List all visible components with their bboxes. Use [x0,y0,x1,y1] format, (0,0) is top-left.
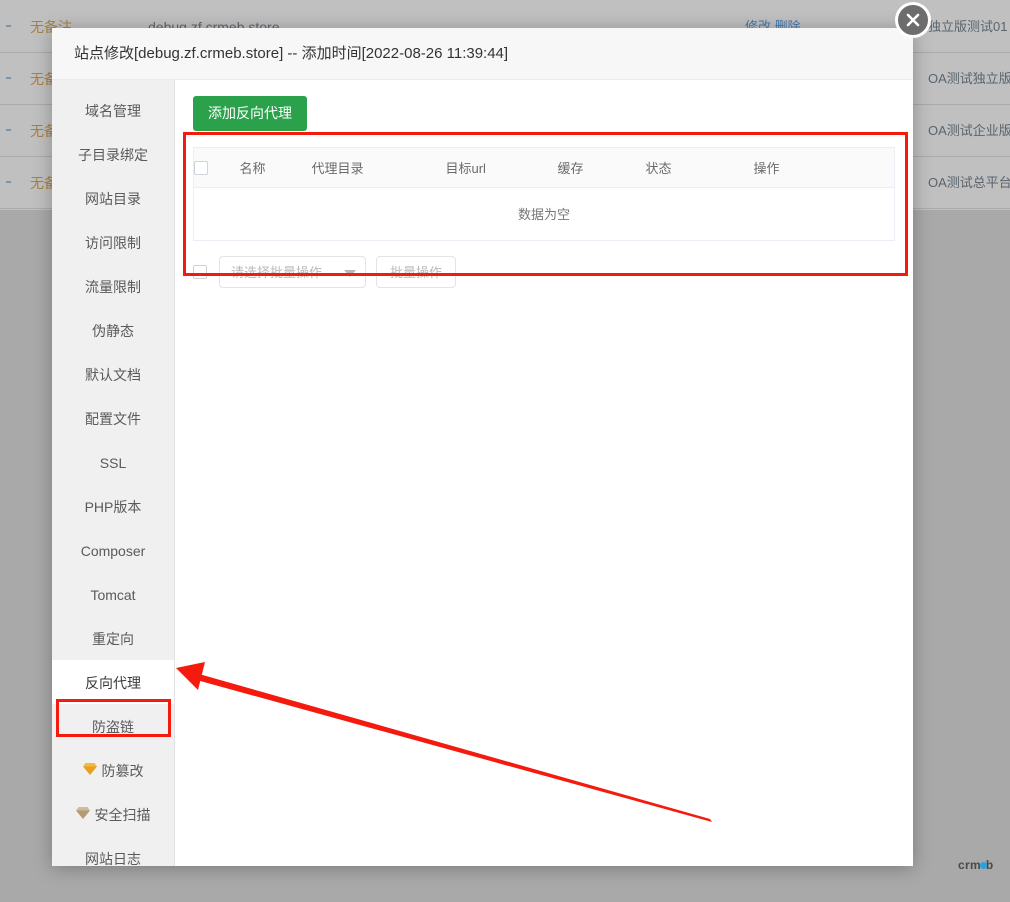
add-reverse-proxy-button[interactable]: 添加反向代理 [193,96,307,131]
sidebar-item-13[interactable]: 反向代理 [52,660,174,704]
screen-root: 无备注 debug.zf.crmeb.store 修改 删除 独立版测试01 无备注 OA… [0,0,1010,902]
batch-operation-row: 请选择批量操作 批量操作 [193,255,895,288]
sidebar-item-11[interactable]: Tomcat [52,572,174,616]
sidebar-item-14[interactable]: 防盗链 [52,704,174,748]
watermark-prefix: crm [958,858,981,872]
table-header-operations: 操作 [753,147,895,188]
sidebar-item-0[interactable]: 域名管理 [52,88,174,132]
sidebar-item-label: 防篡改 [101,763,144,780]
sidebar-item-label: 网站目录 [85,191,141,208]
sidebar-item-7[interactable]: 配置文件 [52,396,174,440]
sidebar-item-2[interactable]: 网站目录 [52,176,174,220]
table-empty-text: 数据为空 [517,207,570,223]
table-header-row: 名称 代理目录 目标url 缓存 状态 操作 [193,147,895,188]
sidebar-item-label: 伪静态 [92,323,134,340]
watermark-dot-icon [979,862,987,869]
sidebar-item-label: Composer [80,543,146,560]
batch-operation-button[interactable]: 批量操作 [376,255,456,288]
sidebar-item-12[interactable]: 重定向 [52,616,174,660]
table-header-cache: 缓存 [557,147,646,188]
watermark-suffix: b [985,858,994,872]
close-icon[interactable] [895,2,931,38]
sidebar-item-3[interactable]: 访问限制 [52,220,174,264]
table-empty-row: 数据为空 [194,187,895,240]
batch-select-all-checkbox[interactable] [193,264,207,279]
table-header-name: 名称 [239,147,312,188]
dialog-title: 站点修改[debug.zf.crmeb.store] -- 添加时间[2022-… [74,45,509,62]
crmeb-watermark: crm b [958,858,994,872]
sidebar-item-label: 网站日志 [85,851,141,868]
table-body: 数据为空 [194,187,895,240]
sidebar-item-label: 重定向 [92,631,134,648]
sidebar-item-label: 访问限制 [85,235,141,252]
sidebar-item-15[interactable]: 防篡改 [52,748,174,792]
sidebar-item-label: SSL [99,455,127,472]
table-header-proxy-dir: 代理目录 [311,147,446,188]
reverse-proxy-table: 名称 代理目录 目标url 缓存 状态 操作 数据为空 [193,146,895,241]
batch-operation-select-placeholder: 请选择批量操作 [231,264,323,280]
diamond-silver-icon [75,792,90,836]
diamond-gold-icon [82,748,97,792]
table-header-status: 状态 [645,147,754,188]
sidebar-item-5[interactable]: 伪静态 [52,308,174,352]
select-all-checkbox[interactable] [194,161,208,176]
sidebar-item-4[interactable]: 流量限制 [52,264,174,308]
sidebar-item-16[interactable]: 安全扫描 [52,792,174,836]
sidebar-item-label: 域名管理 [85,103,141,120]
sidebar-item-label: 流量限制 [85,279,141,296]
dialog-body: 域名管理子目录绑定网站目录访问限制流量限制伪静态默认文档配置文件 SSL PHP版本… [52,80,913,867]
sidebar-item-label: 配置文件 [85,411,141,428]
sidebar-item-label: 默认文档 [85,367,141,384]
sidebar-item-label: 子目录绑定 [78,147,148,164]
sidebar-item-label: 安全扫描 [94,807,151,824]
sidebar-item-6[interactable]: 默认文档 [52,352,174,396]
sidebar-item-label: Tomcat [90,587,136,604]
dialog-header: 站点修改[debug.zf.crmeb.store] -- 添加时间[2022-… [52,2,931,80]
sidebar-item-label: 防盗链 [92,719,134,736]
dialog-sidebar: 域名管理子目录绑定网站目录访问限制流量限制伪静态默认文档配置文件 SSL PHP版本… [52,80,175,867]
table-head: 名称 代理目录 目标url 缓存 状态 操作 [193,147,895,188]
site-edit-dialog: 站点修改[debug.zf.crmeb.store] -- 添加时间[2022-… [52,2,931,867]
table-header-target-url: 目标url [445,147,558,188]
dialog-content: 添加反向代理 名称 代理目录 目标url 缓存 状态 操作 数据为空 请选择批量… [175,80,913,866]
sidebar-item-label: PHP版本 [84,499,142,516]
sidebar-item-label: 反向代理 [85,675,141,692]
sidebar-item-10[interactable]: Composer [52,528,174,572]
table-header-checkbox-cell [193,147,240,188]
sidebar-item-9[interactable]: PHP版本 [52,484,174,528]
sidebar-item-1[interactable]: 子目录绑定 [52,132,174,176]
sidebar-item-17[interactable]: 网站日志 [52,836,174,880]
chevron-down-icon [344,269,356,277]
sidebar-item-8[interactable]: SSL [52,440,174,484]
batch-operation-select[interactable]: 请选择批量操作 [219,255,366,288]
